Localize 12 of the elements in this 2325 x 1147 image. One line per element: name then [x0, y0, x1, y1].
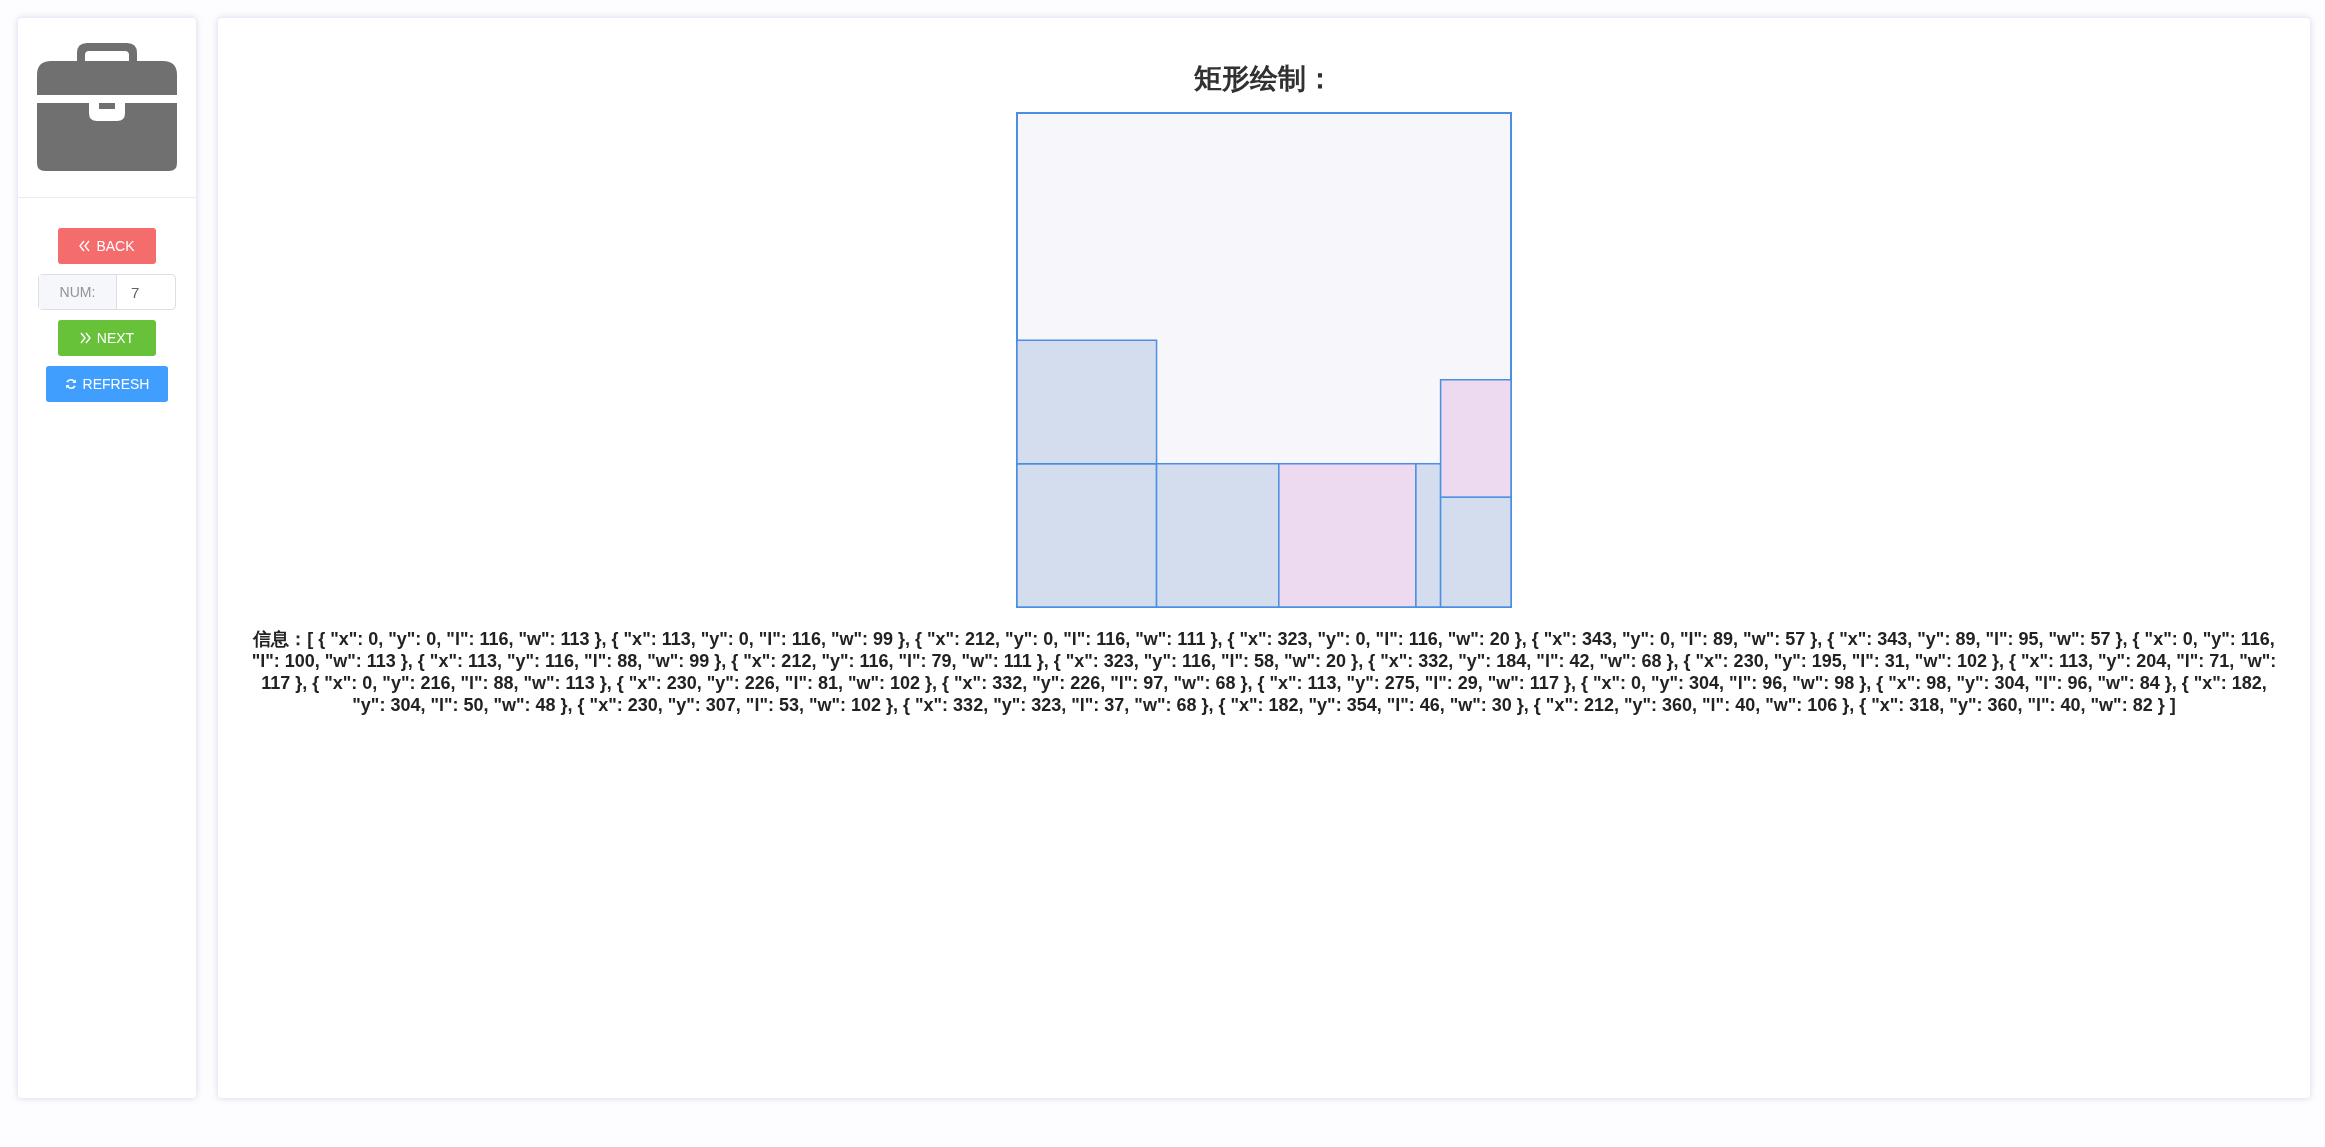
briefcase-icon — [37, 43, 177, 171]
num-value[interactable]: 7 — [117, 275, 175, 309]
page-title: 矩形绘制： — [1194, 62, 1334, 96]
refresh-button[interactable]: REFRESH — [46, 366, 168, 402]
double-chevron-left-icon — [79, 240, 91, 252]
next-button[interactable]: NEXT — [58, 320, 156, 356]
num-field[interactable]: NUM: 7 — [38, 274, 176, 310]
info-text: 信息：[ { "x": 0, "y": 0, "l": 116, "w": 113 }, { "x": 113, "y": 0, "l": 116, "w": 99 }, { "x": 212, "y": 0, "l": 116, "w": 111 }, { "x": 323, "y": 0, "l": 116, "w": 20 }, { "x": 343, "y": 0, "l": 89, "w": 57 }, { "x": 343, "y": 89, "l": 95, "w": 57 }, { "x": 0, "y": 116, "l": 100, "w": 113 }, { "x": 113, "y": 116, "l": 88, "w": 99 }, { "x": 212, "y": 116, "l": 79, "w": 111 }, { "x": 323, "y": 116, "l": 58, "w": 20 }, { "x": 332, "y": 184, "l": 42, "w": 68 }, { "x": 230, "y": 195, "l": 31, "w": 102 }, { "x": 113, "y": 204, "l": 71, "w": 117 }, { "x": 0, "y": 216, "l": 88, "w": 113 }, { "x": 230, "y": 226, "l": 81, "w": 102 }, { "x": 332, "y": 226, "l": 97, "w": 68 }, { "x": 113, "y": 275, "l": 29, "w": 117 }, { "x": 0, "y": 304, "l": 96, "w": 98 }, { "x": 98, "y": 304, "l": 96, "w": 84 }, { "x": 182, "y": 304, "l": 50, "w": 48 }, { "x": 230, "y": 307, "l": 53, "w": 102 }, { "x": 332, "y": 323, "l": 37, "w": 68 }, { "x": 182, "y": 354, "l": 46, "w": 30 }, { "x": 212, "y": 360, "l": 40, "w": 106 }, { "x": 318, "y": 360, "l": 40, "w": 82 } ] — [250, 628, 2278, 716]
num-label: NUM: — [39, 275, 117, 309]
refresh-icon — [64, 378, 77, 390]
double-chevron-right-icon — [79, 332, 91, 344]
back-button[interactable]: BACK — [58, 228, 156, 264]
